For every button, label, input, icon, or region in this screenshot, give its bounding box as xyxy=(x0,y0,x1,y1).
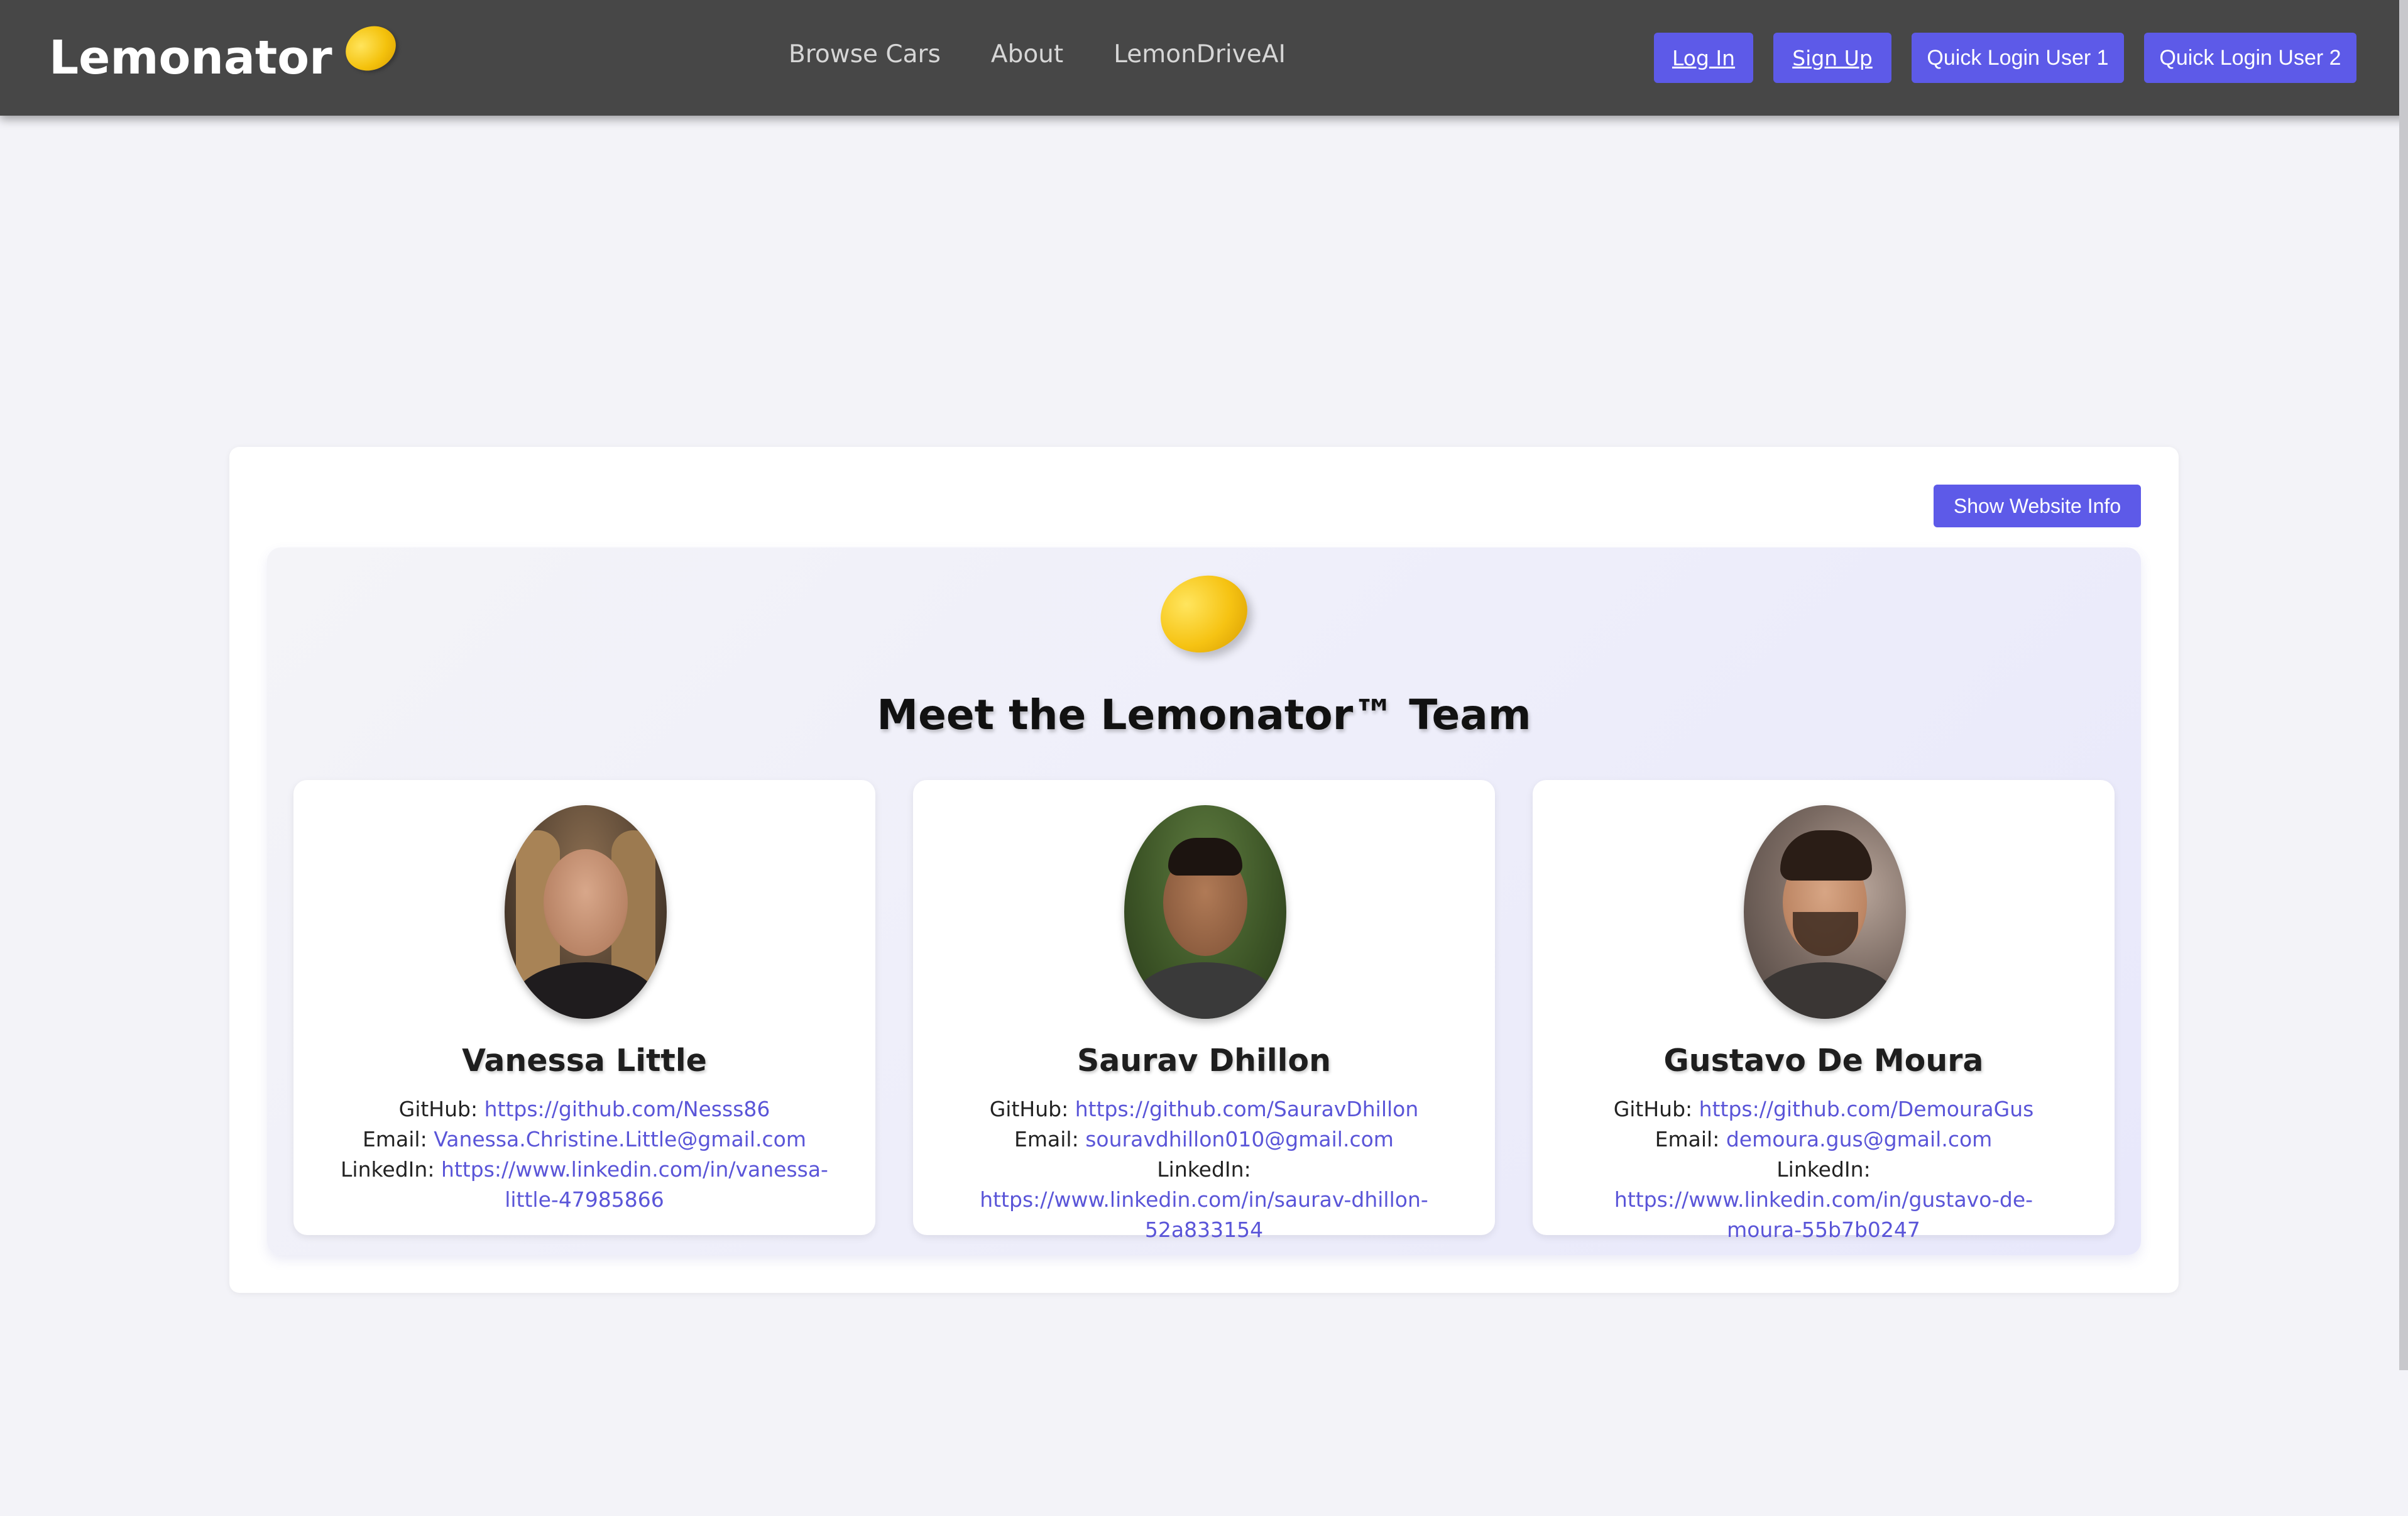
nav-links: Browse Cars About LemonDriveAI xyxy=(789,40,1286,69)
linkedin-label: LinkedIn: xyxy=(1157,1157,1251,1182)
email-link[interactable]: Vanessa.Christine.Little@gmail.com xyxy=(434,1127,806,1151)
nav-about[interactable]: About xyxy=(991,40,1063,69)
github-label: GitHub: xyxy=(398,1097,478,1121)
avatar xyxy=(1744,805,1906,1019)
brand-logo[interactable]: Lemonator xyxy=(49,18,403,91)
nav-browse-cars[interactable]: Browse Cars xyxy=(789,40,941,69)
quick-login-user-1-button[interactable]: Quick Login User 1 xyxy=(1912,33,2124,83)
linkedin-link[interactable]: https://www.linkedin.com/in/vanessa-litt… xyxy=(441,1157,828,1212)
member-name: Vanessa Little xyxy=(462,1043,707,1079)
github-link[interactable]: https://github.com/DemouraGus xyxy=(1699,1097,2034,1121)
github-label: GitHub: xyxy=(1613,1097,1693,1121)
scrollbar[interactable] xyxy=(2399,0,2408,1370)
member-card-gustavo: Gustavo De Moura GitHub: https://github.… xyxy=(1533,780,2115,1242)
email-label: Email: xyxy=(363,1127,427,1151)
member-contact: GitHub: https://github.com/DemouraGus Em… xyxy=(1558,1094,2089,1245)
linkedin-label: LinkedIn: xyxy=(341,1157,435,1182)
github-link[interactable]: https://github.com/SauravDhillon xyxy=(1075,1097,1419,1121)
linkedin-label: LinkedIn: xyxy=(1776,1157,1871,1182)
member-contact: GitHub: https://github.com/SauravDhillon… xyxy=(938,1094,1470,1245)
member-name: Saurav Dhillon xyxy=(1077,1043,1331,1079)
nav-lemondriveai[interactable]: LemonDriveAI xyxy=(1114,40,1286,69)
github-link[interactable]: https://github.com/Nesss86 xyxy=(484,1097,770,1121)
lemon-icon xyxy=(338,18,403,79)
team-title: Meet the Lemonator™ Team xyxy=(877,691,1531,739)
brand-name: Lemonator xyxy=(49,31,332,85)
navbar: Lemonator Browse Cars About LemonDriveAI… xyxy=(0,0,2408,116)
member-card-saurav: Saurav Dhillon GitHub: https://github.co… xyxy=(913,780,1495,1242)
email-link[interactable]: demoura.gus@gmail.com xyxy=(1726,1127,1992,1151)
avatar xyxy=(505,805,667,1019)
quick-login-user-2-button[interactable]: Quick Login User 2 xyxy=(2144,33,2356,83)
github-label: GitHub: xyxy=(989,1097,1069,1121)
signup-button[interactable]: Sign Up xyxy=(1773,33,1891,83)
email-label: Email: xyxy=(1014,1127,1079,1151)
member-name: Gustavo De Moura xyxy=(1663,1043,1984,1079)
nav-actions: Log In Sign Up Quick Login User 1 Quick … xyxy=(1654,33,2356,83)
member-card-vanessa: Vanessa Little GitHub: https://github.co… xyxy=(293,780,875,1235)
email-label: Email: xyxy=(1655,1127,1720,1151)
about-card: Show Website Info Meet the Lemonator™ Te… xyxy=(229,447,2179,1293)
team-section: Meet the Lemonator™ Team Vanessa Little … xyxy=(267,547,2141,1255)
linkedin-link[interactable]: https://www.linkedin.com/in/saurav-dhill… xyxy=(980,1187,1428,1242)
lemon-icon xyxy=(1149,563,1259,665)
login-button[interactable]: Log In xyxy=(1654,33,1753,83)
member-contact: GitHub: https://github.com/Nesss86 Email… xyxy=(319,1094,850,1215)
show-website-info-button[interactable]: Show Website Info xyxy=(1934,485,2141,527)
linkedin-link[interactable]: https://www.linkedin.com/in/gustavo-de-m… xyxy=(1614,1187,2033,1242)
avatar xyxy=(1124,805,1286,1019)
email-link[interactable]: souravdhillon010@gmail.com xyxy=(1085,1127,1394,1151)
